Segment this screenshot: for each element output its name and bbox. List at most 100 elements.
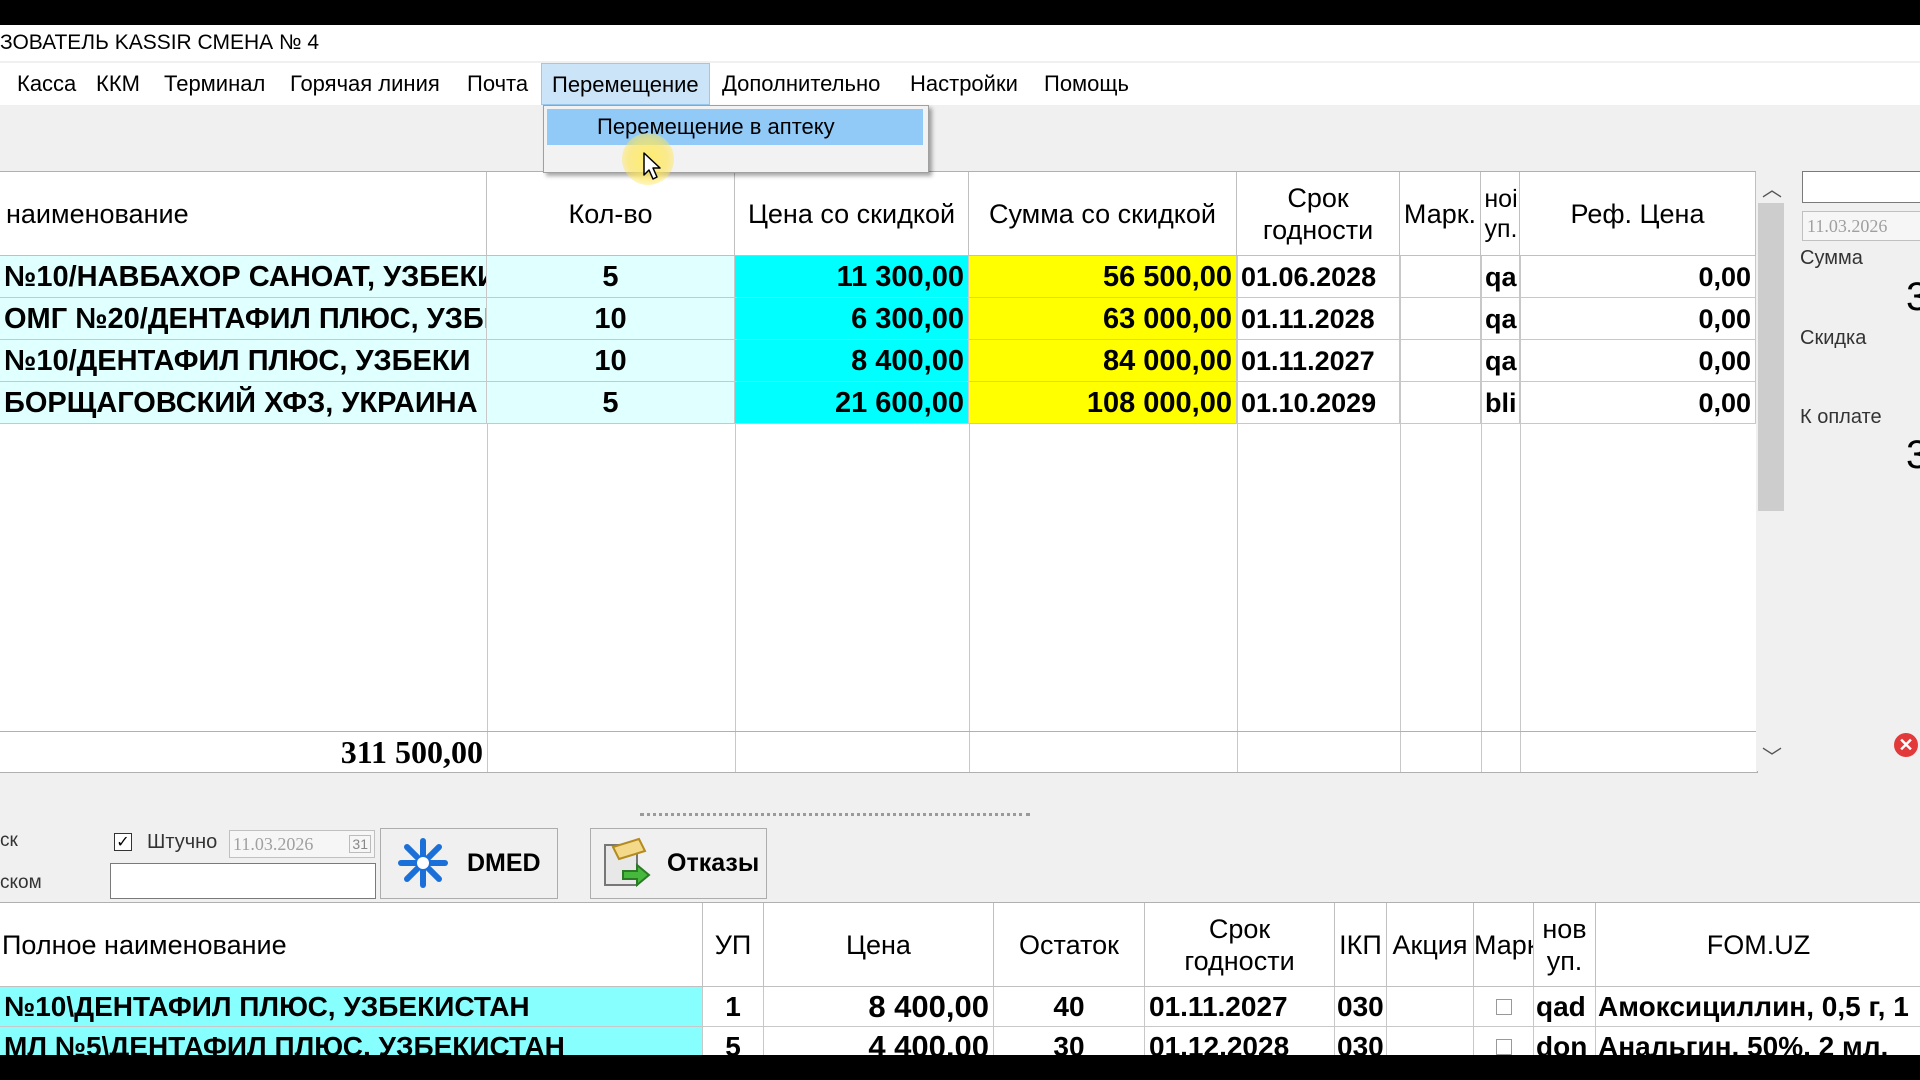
- cart-header-ref-price[interactable]: Реф. Цена: [1520, 172, 1756, 256]
- cart-cell-sum: 84 000,00: [969, 340, 1237, 382]
- catalog-row[interactable]: №10\ДЕНТАФИЛ ПЛЮС, УЗБЕКИСТАН 1 8 400,00…: [0, 987, 1920, 1027]
- catalog-header-fom[interactable]: FOM.UZ: [1596, 903, 1920, 987]
- cart-cell-name: №10/НАВБАХОР САНОАТ, УЗБЕКИ: [0, 256, 487, 298]
- search-input[interactable]: [110, 863, 376, 899]
- catalog-cell-ikp: 030: [1335, 987, 1387, 1027]
- catalog-cell-ikp: 030: [1335, 1027, 1387, 1055]
- cart-header-pack[interactable]: ноі уп.: [1481, 172, 1520, 256]
- cart-row[interactable]: №10/НАВБАХОР САНОАТ, УЗБЕКИ 5 11 300,00 …: [0, 256, 1756, 298]
- menu-settings[interactable]: Настройки: [900, 63, 1028, 105]
- piece-label: Штучно: [147, 831, 218, 853]
- mark-checkbox[interactable]: [1496, 999, 1512, 1015]
- cart-cell-price: 21 600,00: [735, 382, 969, 424]
- scroll-thumb[interactable]: [1758, 203, 1784, 511]
- discount-label: Скидка: [1800, 327, 1867, 349]
- cart-vertical-scrollbar[interactable]: ︿ ﹀: [1756, 171, 1786, 771]
- scroll-up-arrow[interactable]: ︿: [1762, 173, 1782, 202]
- splitter-handle[interactable]: [640, 813, 1030, 820]
- cart-cell-name: БОРЩАГОВСКИЙ ХФЗ, УКРАИНА: [0, 382, 487, 424]
- menu-transfer[interactable]: Перемещение: [541, 63, 710, 105]
- catalog-header-mark[interactable]: Марк: [1474, 903, 1534, 987]
- cart-cell-pack: qa: [1481, 340, 1520, 382]
- refusals-icon: [601, 837, 651, 896]
- cart-total: 311 500,00: [340, 734, 483, 770]
- mouse-pointer-icon: [643, 152, 661, 180]
- catalog-cell-fom: Амоксициллин, 0,5 г, 1: [1596, 987, 1920, 1027]
- pharmacy-cashier-app: ЗОВАТЕЛЬ KASSIR СМЕНА № 4 Касса ККМ Терм…: [0, 25, 1920, 1055]
- cart-row[interactable]: ОМГ №20/ДЕНТАФИЛ ПЛЮС, УЗБЕ 10 6 300,00 …: [0, 298, 1756, 340]
- cart-header-sum[interactable]: Сумма со скидкой: [969, 172, 1237, 256]
- cart-cell-mark: [1400, 256, 1481, 298]
- menu-mail[interactable]: Почта: [457, 63, 538, 105]
- cart-header-qty[interactable]: Кол-во: [487, 172, 735, 256]
- cart-cell-qty: 10: [487, 298, 735, 340]
- catalog-cell-pack: don: [1534, 1027, 1596, 1055]
- totals-panel: 11.03.2026 Сумма 3 Скидка К оплате 3 ✕: [1796, 171, 1920, 791]
- catalog-header-stock[interactable]: Остаток: [994, 903, 1145, 987]
- window-title: ЗОВАТЕЛЬ KASSIR СМЕНА № 4: [0, 31, 320, 54]
- topay-value: 3: [1906, 433, 1920, 477]
- menu-item-transfer-to-pharmacy[interactable]: Перемещение в аптеку: [547, 109, 923, 145]
- cart-row[interactable]: №10/ДЕНТАФИЛ ПЛЮС, УЗБЕКИ 10 8 400,00 84…: [0, 340, 1756, 382]
- refusals-button[interactable]: Отказы: [590, 828, 767, 899]
- catalog-header-name[interactable]: Полное наименование: [0, 903, 703, 987]
- catalog-header-promo[interactable]: Акция: [1387, 903, 1474, 987]
- topay-label: К оплате: [1800, 406, 1882, 428]
- cart-cell-sum: 56 500,00: [969, 256, 1237, 298]
- menu-terminal[interactable]: Терминал: [154, 63, 275, 105]
- menu-kassa[interactable]: Касса: [7, 63, 86, 105]
- catalog-cell-mark: [1474, 1027, 1534, 1055]
- transfer-dropdown: Перемещение в аптеку: [543, 105, 929, 173]
- catalog-cell-expiry: 01.12.2028: [1145, 1027, 1335, 1055]
- catalog-cell-name: МЛ №5\ДЕНТАФИЛ ПЛЮС, УЗБЕКИСТАН: [0, 1027, 703, 1055]
- menu-bar: Касса ККМ Терминал Горячая линия Почта П…: [0, 63, 1920, 105]
- cart-cell-price: 11 300,00: [735, 256, 969, 298]
- scroll-down-arrow[interactable]: ﹀: [1762, 741, 1782, 770]
- menu-kkm[interactable]: ККМ: [86, 63, 150, 105]
- catalog-header-expiry[interactable]: Срок годности: [1145, 903, 1335, 987]
- toolbar-date-field[interactable]: 11.03.2026 31: [229, 830, 375, 858]
- catalog-cell-unit: 5: [703, 1027, 764, 1055]
- cart-cell-expiry: 01.11.2027: [1237, 340, 1400, 382]
- cart-cell-qty: 10: [487, 340, 735, 382]
- close-icon[interactable]: ✕: [1894, 733, 1918, 757]
- catalog-cell-promo: [1387, 1027, 1474, 1055]
- menu-additional[interactable]: Дополнительно: [712, 63, 890, 105]
- catalog-cell-pack: qad: [1534, 987, 1596, 1027]
- piece-checkbox[interactable]: ✓: [114, 833, 132, 851]
- catalog-header-ikp[interactable]: ІКП: [1335, 903, 1387, 987]
- cart-cell-expiry: 01.06.2028: [1237, 256, 1400, 298]
- search-label-1: ск: [0, 830, 18, 851]
- catalog-grid: Полное наименование УП Цена Остаток Срок…: [0, 902, 1920, 1055]
- menu-help[interactable]: Помощь: [1034, 63, 1139, 105]
- cart-cell-qty: 5: [487, 382, 735, 424]
- cart-row[interactable]: БОРЩАГОВСКИЙ ХФЗ, УКРАИНА 5 21 600,00 10…: [0, 382, 1756, 424]
- dmed-button[interactable]: DMED: [380, 828, 558, 899]
- cart-cell-price: 6 300,00: [735, 298, 969, 340]
- catalog-header-unit[interactable]: УП: [703, 903, 764, 987]
- cart-cell-name: №10/ДЕНТАФИЛ ПЛЮС, УЗБЕКИ: [0, 340, 487, 382]
- menu-hotline[interactable]: Горячая линия: [280, 63, 450, 105]
- catalog-header-pack[interactable]: нов уп.: [1534, 903, 1596, 987]
- cart-header-price[interactable]: Цена со скидкой: [735, 172, 969, 256]
- cart-header-expiry[interactable]: Срок годности: [1237, 172, 1400, 256]
- cart-header-name[interactable]: наименование: [0, 172, 487, 256]
- catalog-cell-price: 4 400,00: [764, 1027, 994, 1055]
- catalog-cell-fom: Анальгин, 50%, 2 мл,: [1596, 1027, 1920, 1055]
- date-field[interactable]: 11.03.2026: [1802, 211, 1920, 241]
- catalog-cell-unit: 1: [703, 987, 764, 1027]
- calendar-icon[interactable]: 31: [349, 835, 371, 853]
- cart-cell-ref-price: 0,00: [1520, 382, 1756, 424]
- cart-cell-ref-price: 0,00: [1520, 298, 1756, 340]
- cart-header-mark[interactable]: Марк.: [1400, 172, 1481, 256]
- cart-cell-pack: qa: [1481, 298, 1520, 340]
- catalog-header-price[interactable]: Цена: [764, 903, 994, 987]
- cart-cell-pack: qa: [1481, 256, 1520, 298]
- mark-checkbox[interactable]: [1496, 1039, 1512, 1055]
- catalog-cell-stock: 40: [994, 987, 1145, 1027]
- catalog-row[interactable]: МЛ №5\ДЕНТАФИЛ ПЛЮС, УЗБЕКИСТАН 5 4 400,…: [0, 1027, 1920, 1055]
- cart-cell-pack: bli: [1481, 382, 1520, 424]
- catalog-cell-name: №10\ДЕНТАФИЛ ПЛЮС, УЗБЕКИСТАН: [0, 987, 703, 1027]
- cart-cell-sum: 108 000,00: [969, 382, 1237, 424]
- search-field[interactable]: [1802, 171, 1920, 203]
